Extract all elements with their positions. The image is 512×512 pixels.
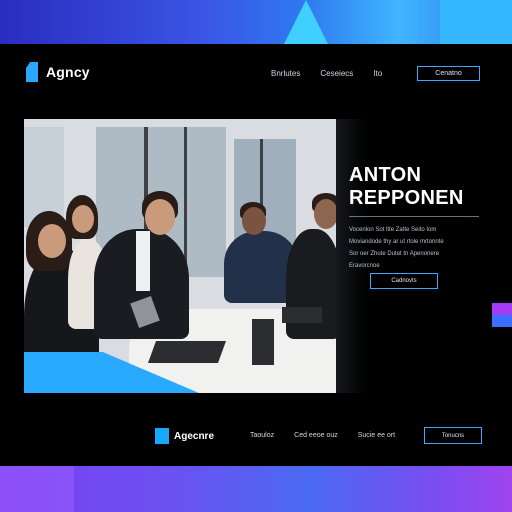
footer-logo-icon [155,428,169,444]
nav-item-2[interactable]: Ceseiecs [320,69,353,78]
footer-brand-name: Agecnre [174,430,215,442]
person-head [38,224,66,258]
footer-logo[interactable]: Agecnre [155,428,214,444]
footer-nav: Taouloz Ced eeoe ouz Sucie ee ort [250,432,395,439]
nav-item-3[interactable]: Ito [373,69,382,78]
brand-name: Agncy [46,64,90,80]
top-nav: Bnrlutes Ceseiecs Ito [271,69,382,78]
footer-nav-item-1[interactable]: Taouloz [250,432,274,439]
tablet [147,341,227,363]
top-gradient-band [0,0,512,44]
bottom-band-block [0,466,74,512]
hero-body-line: Moviandode thy ar ut rtole mrtonnte [349,239,444,245]
hero-body: Vocenlon Sot ltte Zatte Seito Iom Movian… [349,224,489,272]
person-head [242,207,266,235]
footer-cta-button[interactable]: Tonucns [424,427,482,444]
person-head [145,199,175,235]
footer-nav-item-2[interactable]: Ced eeoe ouz [294,432,338,439]
hero-body-line: Eravorcnoe [349,263,380,269]
window-frame [184,127,187,277]
person-head [314,199,336,229]
hero-title-line-1: ANTON [349,164,422,186]
person-head [72,205,94,233]
side-accent-purple [492,303,512,315]
hero-divider [349,216,479,217]
side-accent-blue [492,315,512,327]
footer-nav-item-3[interactable]: Sucie ee ort [358,432,395,439]
hero-body-line: Sor oer Zhute Dutet tn Apenonere [349,251,440,257]
laptop [282,307,322,323]
header-cta-button[interactable]: Cenatno [417,66,480,81]
hero-photo [24,119,336,393]
keyboard [252,319,274,365]
top-band-triangle [284,0,328,44]
top-band-block [440,0,512,44]
side-accent [492,303,512,327]
shirt [136,231,150,291]
hero-title-line-2: REPPONEN [349,187,464,209]
brand-logo-icon [26,62,38,82]
nav-item-1[interactable]: Bnrlutes [271,69,300,78]
bottom-gradient-band [0,466,512,512]
brand-logo[interactable]: Agncy [26,62,90,82]
hero-title: ANTON REPPONEN [349,164,464,210]
hero-body-line: Vocenlon Sot ltte Zatte Seito Iom [349,227,437,233]
hero-cta-button[interactable]: Cadnovts [370,273,438,289]
